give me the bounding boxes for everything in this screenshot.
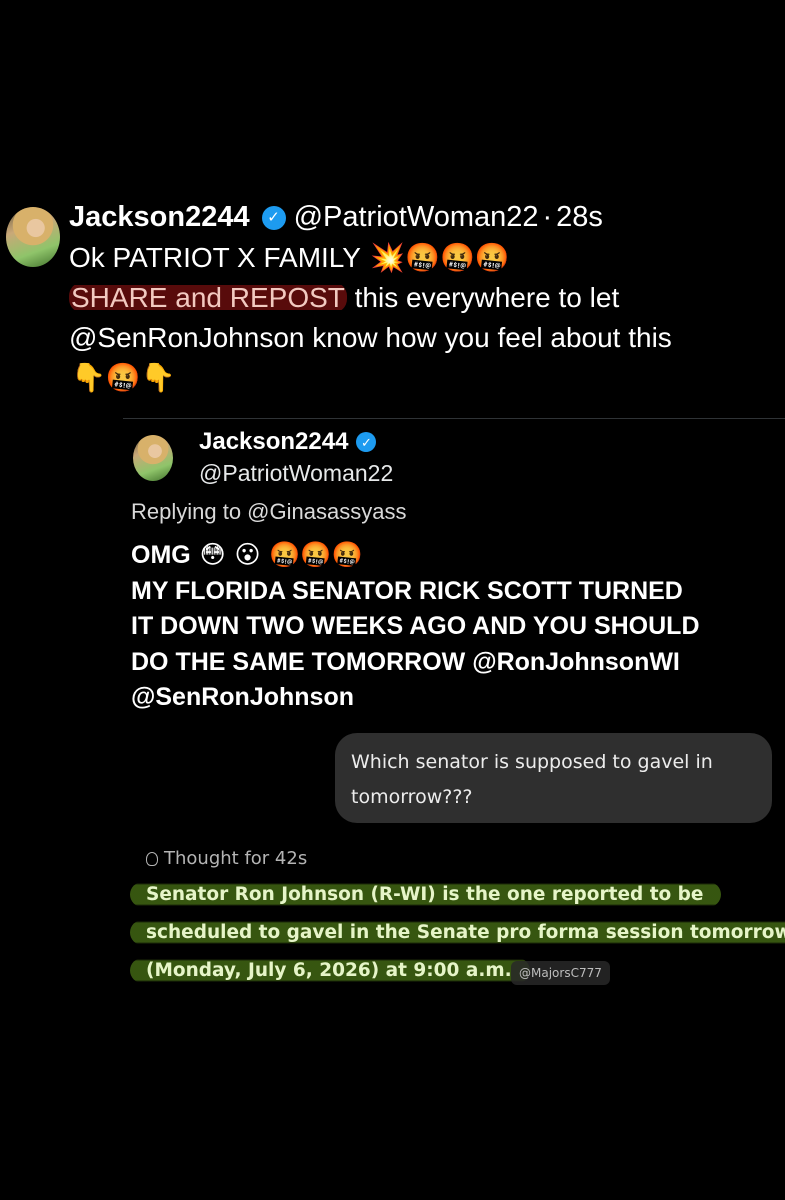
watermark-credit: @MajorsC777 xyxy=(511,961,610,985)
post-line-2-text: this everywhere to let xyxy=(346,282,620,313)
post-text: Ok PATRIOT X FAMILY 💥🤬🤬🤬 SHARE and REPOS… xyxy=(69,238,779,398)
post-line-3: @SenRonJohnson know how you feel about t… xyxy=(69,322,672,353)
separator: · xyxy=(542,201,553,233)
quoted-post-text: OMG 😳 😮 🤬🤬🤬 MY FLORIDA SENATOR RICK SCOT… xyxy=(131,537,781,716)
quoted-line-4: DO THE SAME TOMORROW @RonJohnsonWI xyxy=(131,647,680,676)
quoted-line-3: IT DOWN TWO WEEKS AGO AND YOU SHOULD xyxy=(131,612,700,640)
emoji-group: 😳 😮 🤬🤬🤬 xyxy=(199,540,363,569)
quoted-line-2: MY FLORIDA SENATOR RICK SCOTT TURNED xyxy=(131,576,683,605)
user-handle[interactable]: @PatriotWoman22 xyxy=(294,201,539,234)
thought-indicator[interactable]: Thought for 42s xyxy=(146,848,307,869)
quoted-line-5: @SenRonJohnson xyxy=(131,683,354,711)
avatar[interactable] xyxy=(6,207,60,267)
post-time[interactable]: 28s xyxy=(556,201,603,234)
quoted-avatar[interactable] xyxy=(133,435,173,481)
display-name[interactable]: Jackson2244 xyxy=(69,201,250,234)
user-message-bubble: Which senator is supposed to gavel in to… xyxy=(335,733,772,823)
quoted-handle[interactable]: @PatriotWoman22 xyxy=(199,460,393,487)
answer-line-3: (Monday, July 6, 2026) at 9:00 a.m. xyxy=(130,958,530,983)
post-line-1: Ok PATRIOT X FAMILY 💥🤬🤬🤬 xyxy=(69,238,779,278)
verified-badge-icon: ✓ xyxy=(356,432,377,452)
quoted-line-1: OMG 😳 😮 🤬🤬🤬 xyxy=(131,537,781,574)
thought-label: Thought for 42s xyxy=(164,848,308,869)
post-header: Jackson2244 ✓ @PatriotWoman22 · 28s xyxy=(69,201,603,234)
post-line-1-text: Ok PATRIOT X FAMILY xyxy=(69,242,361,273)
quoted-name-text[interactable]: Jackson2244 xyxy=(199,428,348,456)
divider xyxy=(123,418,785,419)
answer-line-1: Senator Ron Johnson (R-WI) is the one re… xyxy=(130,882,722,907)
post-line-2: SHARE and REPOST this everywhere to let xyxy=(69,278,779,318)
answer-line-2: scheduled to gavel in the Senate pro for… xyxy=(130,920,785,945)
replying-to[interactable]: Replying to @Ginasassyass xyxy=(131,499,406,525)
quoted-display-name: Jackson2244 ✓ xyxy=(199,428,377,456)
emoji-group: 👇🤬👇 xyxy=(71,361,176,394)
highlighted-text: SHARE and REPOST xyxy=(69,282,347,313)
post-line-4: 👇🤬👇 xyxy=(69,358,779,398)
emoji-group: 💥🤬🤬🤬 xyxy=(370,241,510,274)
quoted-line-1-text: OMG xyxy=(131,541,191,569)
lightbulb-icon xyxy=(146,851,158,866)
verified-badge-icon: ✓ xyxy=(261,205,286,230)
